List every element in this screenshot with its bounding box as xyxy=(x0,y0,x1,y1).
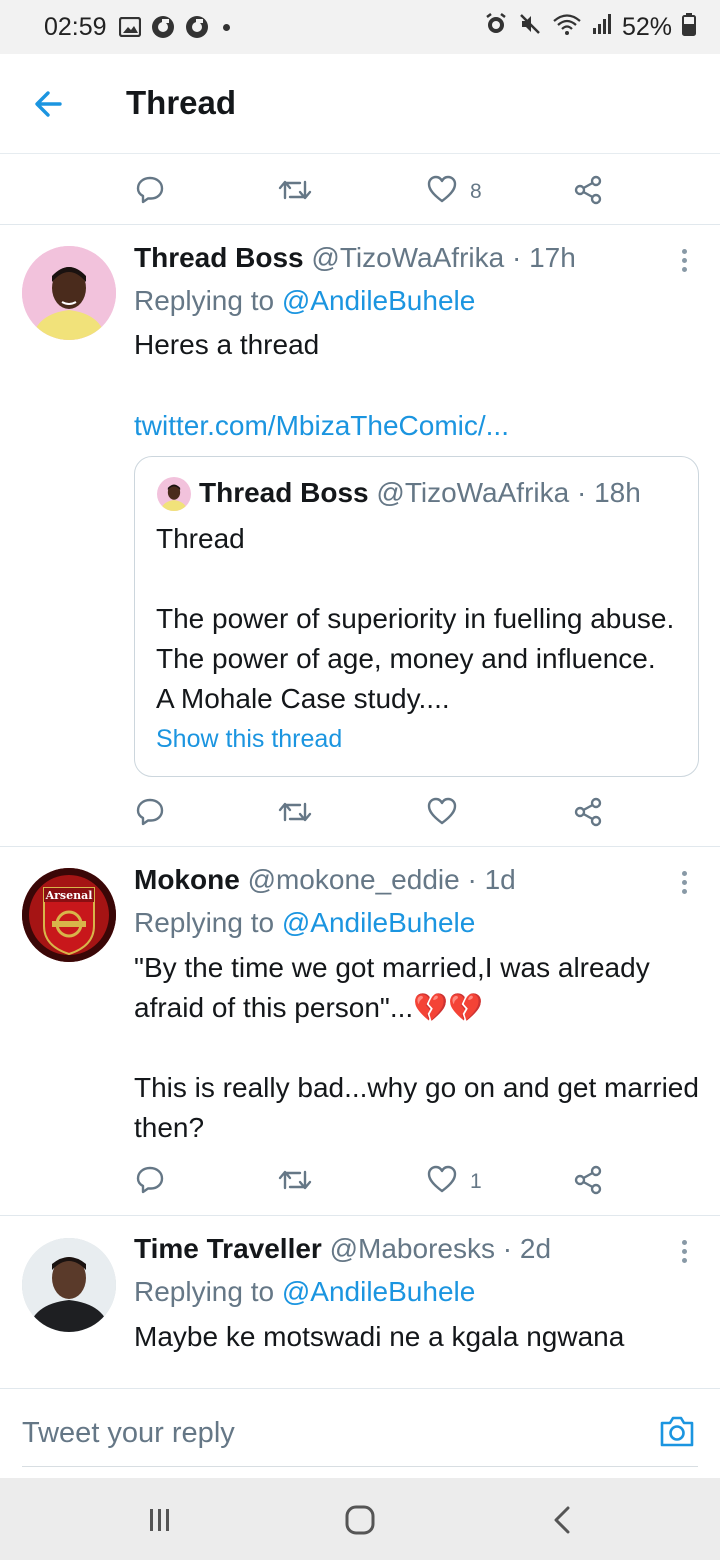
retweet-icon[interactable] xyxy=(277,174,313,206)
battery-text: 52% xyxy=(621,12,672,41)
battery-icon xyxy=(682,12,696,43)
like-count: 1 xyxy=(470,1169,482,1193)
recent-apps-icon[interactable] xyxy=(140,1502,180,1538)
reply-icon[interactable] xyxy=(134,796,166,828)
alarm-icon xyxy=(484,12,508,43)
app-icon xyxy=(151,15,175,39)
show-thread-link[interactable]: Show this thread xyxy=(156,725,342,754)
quoted-author-handle: @TizoWaAfrika xyxy=(376,477,570,508)
retweet-icon[interactable] xyxy=(277,796,313,828)
broken-heart-emoji: 💔💔 xyxy=(413,992,483,1023)
app-header: Thread xyxy=(0,54,720,154)
wifi-icon xyxy=(552,12,582,43)
divider xyxy=(0,1215,720,1216)
author-name[interactable]: Thread Boss xyxy=(134,242,304,273)
divider xyxy=(0,846,720,847)
app-icon xyxy=(185,15,209,39)
replying-to: Replying to @AndileBuhele xyxy=(134,1276,475,1308)
arrow-left-icon[interactable] xyxy=(30,86,70,122)
tweet-header: Thread Boss @TizoWaAfrika · 17h xyxy=(134,242,576,274)
author-handle[interactable]: @TizoWaAfrika xyxy=(311,242,504,273)
share-icon[interactable] xyxy=(572,1164,604,1196)
system-nav-bar xyxy=(0,1478,720,1560)
tweet-link[interactable]: twitter.com/MbizaTheComic/... xyxy=(134,406,704,446)
tweet-actions xyxy=(0,782,720,842)
quoted-tweet-card[interactable]: Thread Boss @TizoWaAfrika · 18h Thread T… xyxy=(134,456,699,777)
share-icon[interactable] xyxy=(572,796,604,828)
share-icon[interactable] xyxy=(572,174,604,206)
tweet-time: · 1d xyxy=(459,864,516,895)
reply-composer: Tweet your reply xyxy=(0,1388,720,1478)
mention-link[interactable]: @AndileBuhele xyxy=(282,1276,475,1307)
replying-to: Replying to @AndileBuhele xyxy=(134,285,475,317)
author-name[interactable]: Mokone xyxy=(134,864,240,895)
avatar[interactable] xyxy=(22,246,116,340)
tweet-actions: 8 xyxy=(0,160,720,220)
retweet-icon[interactable] xyxy=(277,1164,313,1196)
page-title: Thread xyxy=(126,84,237,121)
reply-icon[interactable] xyxy=(134,1164,166,1196)
tweet-text: Maybe ke motswadi ne a kgala ngwana xyxy=(134,1321,625,1352)
mute-icon xyxy=(518,12,542,43)
quoted-text-line: Thread xyxy=(156,523,245,554)
quoted-text: Thread The power of superiority in fuell… xyxy=(156,519,676,719)
quoted-header: Thread Boss @TizoWaAfrika · 18h xyxy=(199,477,641,509)
avatar-label: Arsenal xyxy=(45,889,93,902)
tweet-header: Time Traveller @Maboresks · 2d xyxy=(134,1233,551,1265)
signal-icon xyxy=(592,12,612,43)
input-underline xyxy=(22,1466,698,1467)
tweet-text: "By the time we got married,I was alread… xyxy=(134,948,699,1028)
tweet-time: · 17h xyxy=(504,242,576,273)
tweet-time: · 2d xyxy=(494,1233,552,1264)
replying-to: Replying to @AndileBuhele xyxy=(134,907,475,939)
divider xyxy=(0,224,720,225)
home-icon[interactable] xyxy=(340,1502,380,1538)
more-options-icon[interactable] xyxy=(680,1240,688,1266)
mention-link[interactable]: @AndileBuhele xyxy=(282,285,475,316)
status-bar: 02:59 52% xyxy=(0,0,720,54)
camera-icon[interactable] xyxy=(658,1413,696,1449)
reply-input[interactable]: Tweet your reply xyxy=(22,1417,235,1450)
author-name[interactable]: Time Traveller xyxy=(134,1233,322,1264)
back-icon[interactable] xyxy=(542,1502,582,1538)
like-button[interactable] xyxy=(426,796,458,831)
mention-link[interactable]: @AndileBuhele xyxy=(282,907,475,938)
replying-prefix: Replying to xyxy=(134,285,282,316)
quoted-text-body: The power of superiority in fuelling abu… xyxy=(156,603,675,714)
replying-prefix: Replying to xyxy=(134,1276,282,1307)
heart-icon xyxy=(426,174,458,209)
tweet-actions: 1 xyxy=(0,1150,720,1210)
tweet-text-para: "By the time we got married,I was alread… xyxy=(134,952,650,1023)
tweet-text: Heres a thread xyxy=(134,329,320,360)
author-handle[interactable]: @mokone_eddie xyxy=(248,864,460,895)
avatar[interactable]: Arsenal xyxy=(22,868,116,962)
replying-prefix: Replying to xyxy=(134,907,282,938)
heart-icon xyxy=(426,796,458,831)
like-button[interactable]: 8 xyxy=(426,174,482,209)
tweet-text-para: This is really bad...why go on and get m… xyxy=(134,1072,699,1143)
quoted-author-name: Thread Boss xyxy=(199,477,369,508)
quoted-time: · 18h xyxy=(569,477,641,508)
tweet-header: Mokone @mokone_eddie · 1d xyxy=(134,864,516,896)
more-options-icon[interactable] xyxy=(680,249,688,275)
author-handle[interactable]: @Maboresks xyxy=(330,1233,495,1264)
like-count: 8 xyxy=(470,179,482,203)
more-options-icon[interactable] xyxy=(680,871,688,897)
like-button[interactable]: 1 xyxy=(426,1164,482,1199)
reply-icon[interactable] xyxy=(134,174,166,206)
status-time: 02:59 xyxy=(44,12,107,41)
heart-icon xyxy=(426,1164,458,1199)
dot-icon xyxy=(222,23,230,31)
avatar[interactable] xyxy=(22,1238,116,1332)
quoted-avatar xyxy=(157,477,191,511)
image-icon xyxy=(118,17,141,37)
